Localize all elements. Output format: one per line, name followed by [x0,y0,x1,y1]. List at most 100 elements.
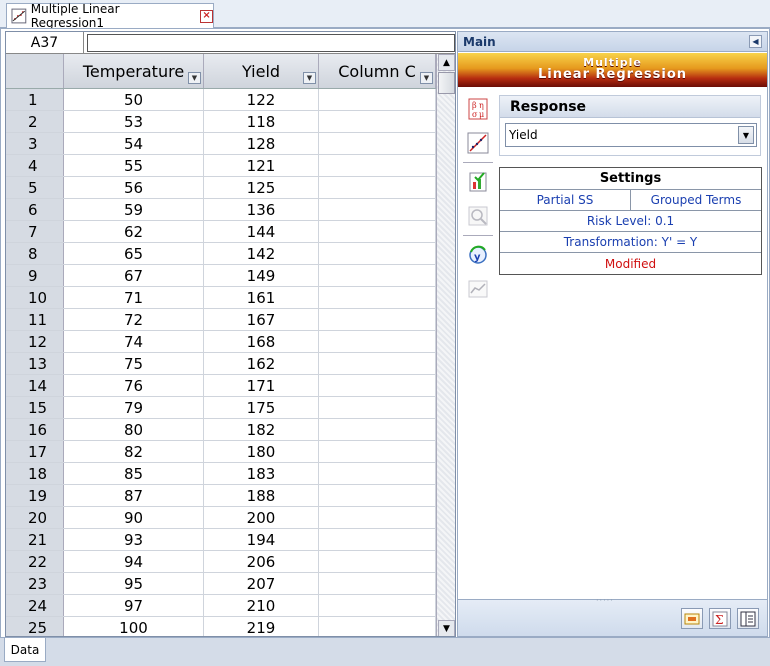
table-cell[interactable] [319,595,436,616]
vertical-scrollbar[interactable]: ▲ ▼ [436,54,455,636]
table-cell[interactable] [319,177,436,198]
table-cell[interactable] [319,397,436,418]
table-cell[interactable]: 80 [64,419,204,440]
row-number[interactable]: 6 [6,199,64,220]
table-cell[interactable]: 149 [204,265,319,286]
table-cell[interactable]: 93 [64,529,204,550]
table-cell[interactable]: 210 [204,595,319,616]
table-cell[interactable] [319,419,436,440]
table-cell[interactable] [319,551,436,572]
table-cell[interactable]: 65 [64,243,204,264]
partial-ss-option[interactable]: Partial SS [500,190,631,210]
table-cell[interactable] [319,265,436,286]
scroll-up-icon[interactable]: ▲ [438,54,455,71]
checklist-chart-icon[interactable] [460,165,496,199]
table-cell[interactable] [319,353,436,374]
table-cell[interactable]: 55 [64,155,204,176]
table-cell[interactable]: 200 [204,507,319,528]
row-number[interactable]: 14 [6,375,64,396]
table-cell[interactable]: 136 [204,199,319,220]
select-all-corner[interactable] [6,54,64,88]
table-cell[interactable] [319,221,436,242]
row-number[interactable]: 23 [6,573,64,594]
table-cell[interactable]: 194 [204,529,319,550]
row-number[interactable]: 13 [6,353,64,374]
chevron-down-icon[interactable]: ▼ [738,126,754,144]
table-cell[interactable]: 168 [204,331,319,352]
table-cell[interactable] [319,111,436,132]
column-header-temperature[interactable]: Temperature ▼ [64,54,204,88]
table-cell[interactable]: 54 [64,133,204,154]
table-cell[interactable]: 182 [204,419,319,440]
table-cell[interactable] [319,199,436,220]
table-cell[interactable]: 144 [204,221,319,242]
table-cell[interactable] [319,133,436,154]
row-number[interactable]: 19 [6,485,64,506]
row-number[interactable]: 9 [6,265,64,286]
table-cell[interactable]: 183 [204,463,319,484]
scatter-fit-icon[interactable] [460,126,496,160]
table-cell[interactable]: 142 [204,243,319,264]
row-number[interactable]: 12 [6,331,64,352]
table-cell[interactable]: 100 [64,617,204,636]
cell-reference-box[interactable]: A37 [6,32,84,54]
table-cell[interactable]: 56 [64,177,204,198]
table-cell[interactable]: 128 [204,133,319,154]
row-number[interactable]: 22 [6,551,64,572]
row-number[interactable]: 8 [6,243,64,264]
collapse-left-icon[interactable]: ◀ [749,35,762,48]
table-cell[interactable]: 121 [204,155,319,176]
table-cell[interactable]: 161 [204,287,319,308]
row-number[interactable]: 17 [6,441,64,462]
table-cell[interactable]: 50 [64,89,204,110]
row-number[interactable]: 7 [6,221,64,242]
splitter-grip-icon[interactable]: ····· [596,596,614,605]
sheet-tab-data[interactable]: Data [4,638,46,662]
table-cell[interactable]: 167 [204,309,319,330]
row-number[interactable]: 1 [6,89,64,110]
table-cell[interactable]: 75 [64,353,204,374]
column-header-yield[interactable]: Yield ▼ [204,54,319,88]
formula-input[interactable] [87,34,455,52]
table-cell[interactable]: 59 [64,199,204,220]
table-cell[interactable]: 67 [64,265,204,286]
table-cell[interactable] [319,463,436,484]
table-cell[interactable]: 85 [64,463,204,484]
table-cell[interactable]: 206 [204,551,319,572]
table-cell[interactable] [319,375,436,396]
table-cell[interactable]: 118 [204,111,319,132]
table-cell[interactable] [319,617,436,636]
table-cell[interactable]: 53 [64,111,204,132]
chevron-down-icon[interactable]: ▼ [188,72,201,84]
row-number[interactable]: 5 [6,177,64,198]
table-cell[interactable]: 219 [204,617,319,636]
table-cell[interactable]: 207 [204,573,319,594]
table-cell[interactable]: 125 [204,177,319,198]
report-icon[interactable] [681,608,703,629]
table-cell[interactable] [319,155,436,176]
table-cell[interactable]: 82 [64,441,204,462]
table-cell[interactable]: 188 [204,485,319,506]
row-number[interactable]: 4 [6,155,64,176]
table-cell[interactable]: 171 [204,375,319,396]
table-cell[interactable] [319,485,436,506]
analysis-summary-icon[interactable] [737,608,759,629]
risk-level-setting[interactable]: Risk Level: 0.1 [500,211,761,232]
close-icon[interactable]: × [200,9,214,23]
row-number[interactable]: 16 [6,419,64,440]
table-cell[interactable]: 74 [64,331,204,352]
line-chart-icon[interactable] [460,272,496,306]
table-cell[interactable] [319,309,436,330]
table-cell[interactable] [319,331,436,352]
table-cell[interactable]: 97 [64,595,204,616]
response-select[interactable]: Yield ▼ [505,123,757,147]
row-number[interactable]: 11 [6,309,64,330]
table-cell[interactable] [319,573,436,594]
table-cell[interactable]: 76 [64,375,204,396]
table-cell[interactable] [319,441,436,462]
row-number[interactable]: 20 [6,507,64,528]
table-cell[interactable]: 94 [64,551,204,572]
table-cell[interactable] [319,529,436,550]
table-cell[interactable]: 72 [64,309,204,330]
scroll-down-icon[interactable]: ▼ [438,620,455,636]
